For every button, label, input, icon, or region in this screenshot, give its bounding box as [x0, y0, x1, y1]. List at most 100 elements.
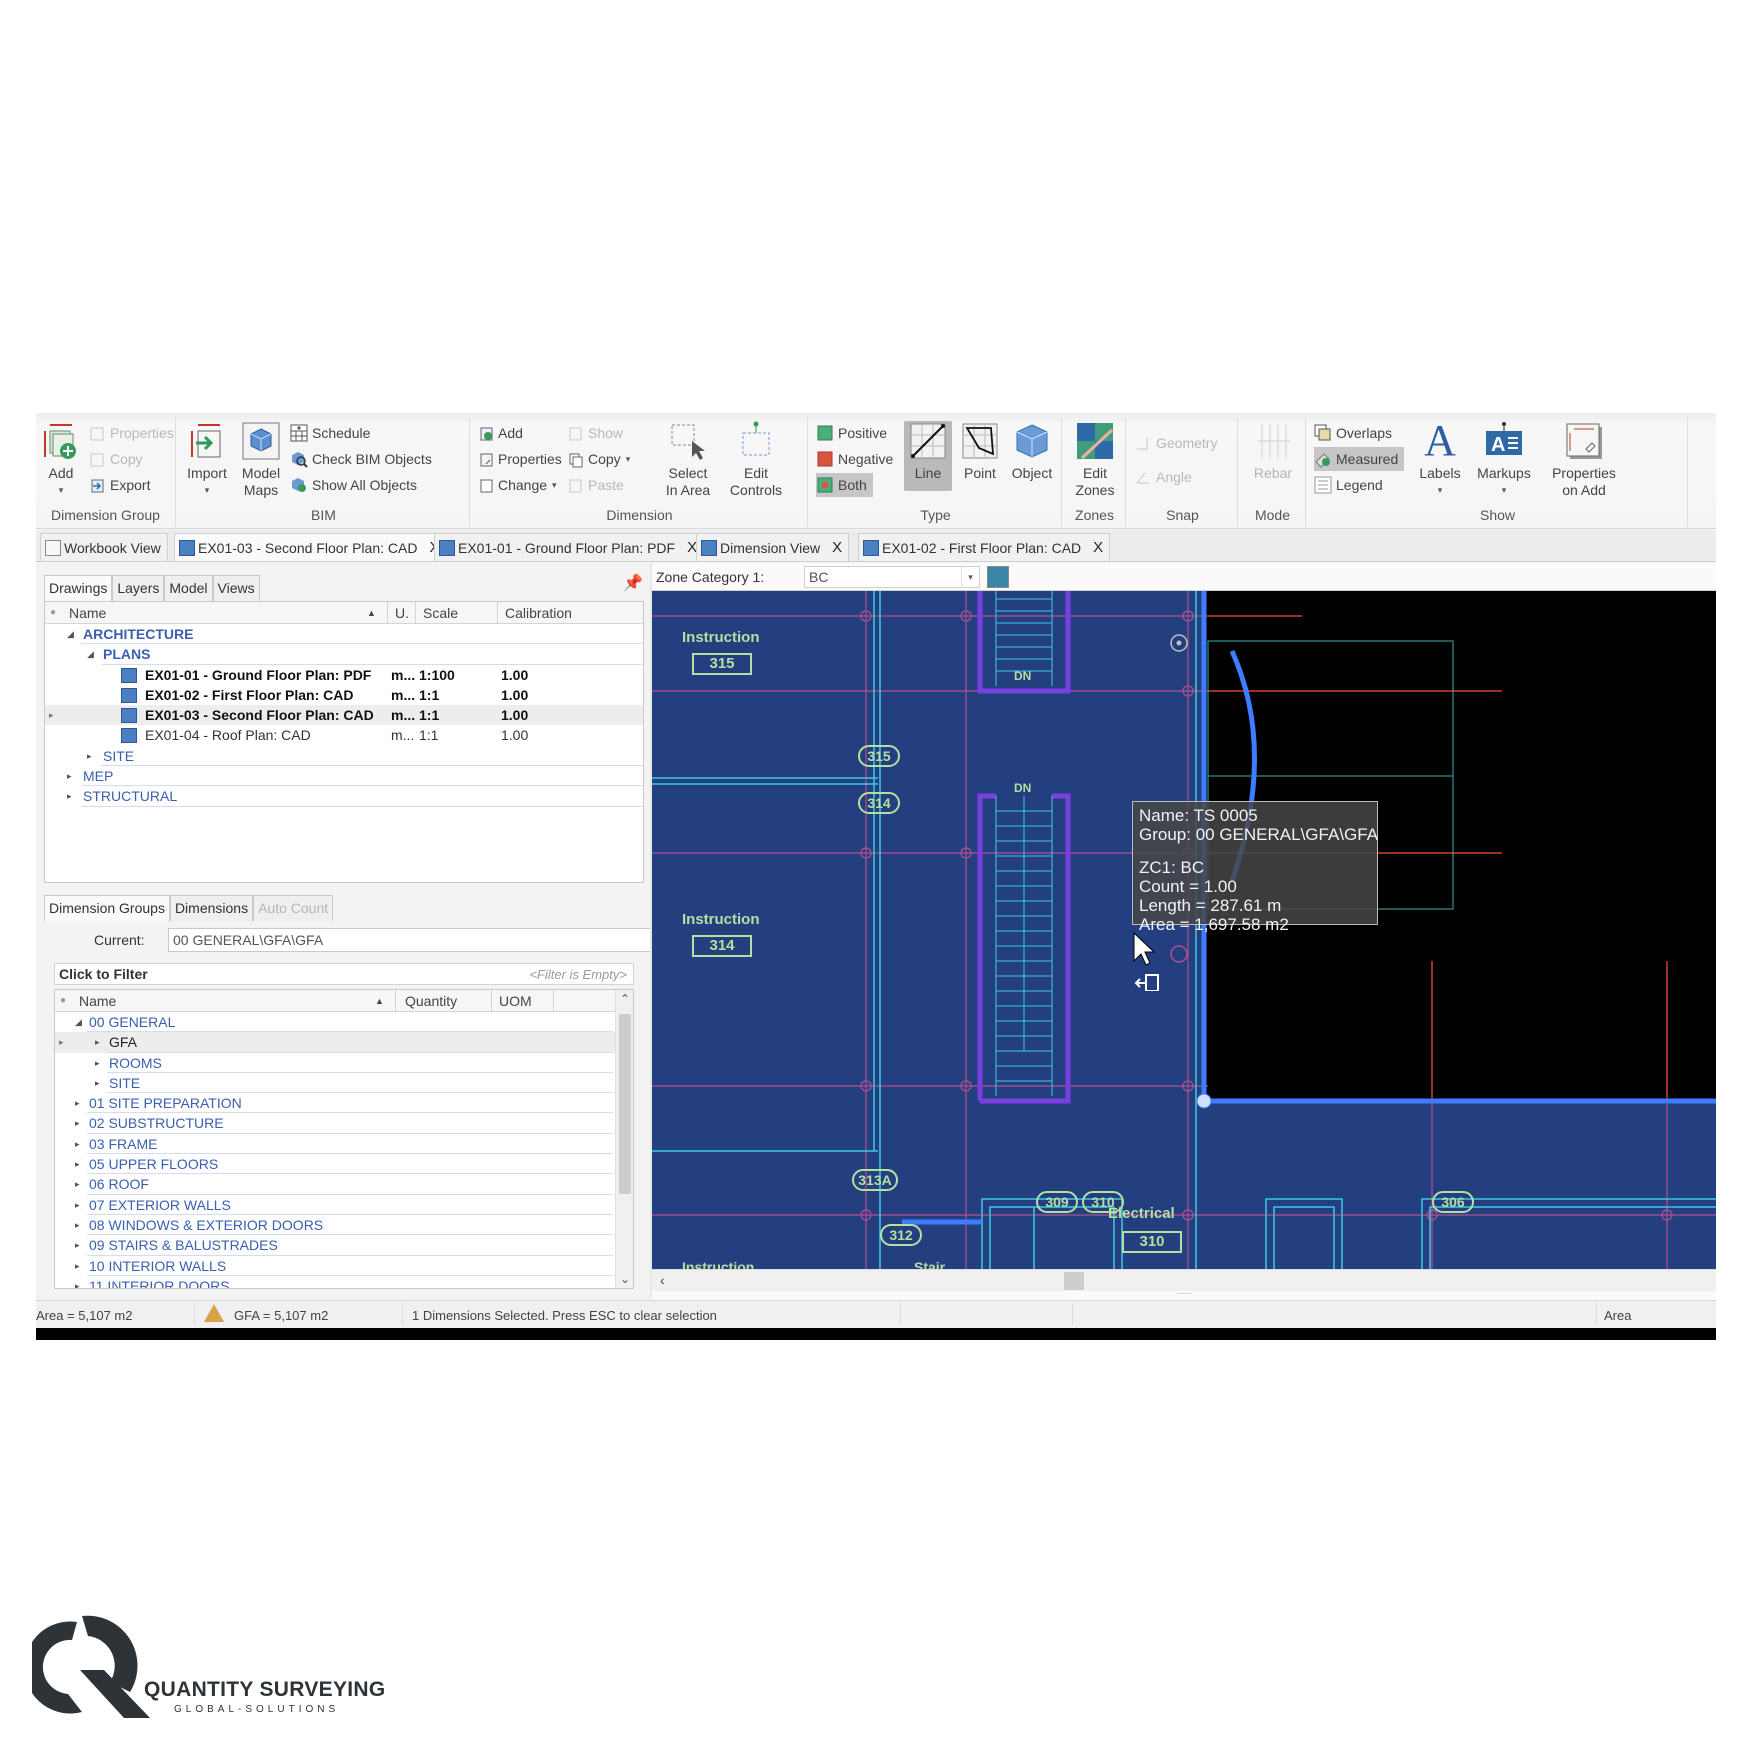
expand-toggle-icon[interactable]: ◢: [67, 629, 74, 640]
filter-bar[interactable]: Click to Filter <Filter is Empty>: [54, 963, 634, 985]
dimension-paste-button[interactable]: Paste: [566, 473, 624, 497]
drawing-row[interactable]: EX01-01 - Ground Floor Plan: PDF m... 1:10…: [45, 665, 643, 685]
expand-toggle-icon[interactable]: ▸: [95, 1058, 100, 1069]
dimension-properties-button[interactable]: Properties: [476, 447, 562, 471]
show-measured-button[interactable]: Measured: [1314, 447, 1405, 471]
mode-rebar-button[interactable]: Rebar: [1246, 421, 1300, 482]
drawing-row[interactable]: EX01-04 - Roof Plan: CAD m... 1:1 1.00: [45, 725, 643, 745]
expand-toggle-icon[interactable]: ▸: [87, 751, 92, 762]
dimension-show-button[interactable]: Show: [566, 421, 623, 445]
dimension-group-row[interactable]: ◢ 00 GENERAL: [55, 1012, 633, 1033]
tab-drawings[interactable]: Drawings: [44, 575, 113, 601]
expand-toggle-icon[interactable]: ▸: [95, 1037, 100, 1048]
dimension-group-row[interactable]: ▸ 05 UPPER FLOORS: [55, 1154, 633, 1175]
dimension-group-copy-button[interactable]: Copy: [88, 447, 143, 471]
tab-views[interactable]: Views: [212, 575, 260, 601]
expand-toggle-icon[interactable]: ▸: [75, 1159, 80, 1170]
dimension-group-row[interactable]: ▸ 06 ROOF: [55, 1174, 633, 1195]
zone-category-select[interactable]: BC ▾: [804, 566, 980, 588]
expand-toggle-icon[interactable]: ▸: [75, 1139, 80, 1150]
tree-group-row[interactable]: ▸ MEP: [45, 766, 643, 787]
type-both-button[interactable]: Both: [816, 473, 873, 497]
expand-toggle-icon[interactable]: ▸: [75, 1220, 80, 1231]
tab-ex01-02-first-floor[interactable]: EX01-02 - First Floor Plan: CAD X: [858, 533, 1111, 561]
chevron-down-icon[interactable]: ▾: [961, 567, 979, 587]
tab-workbook-view[interactable]: Workbook View: [40, 533, 168, 561]
close-tab-icon[interactable]: X: [1093, 539, 1103, 556]
scroll-up-icon[interactable]: ⌃: [616, 992, 633, 1006]
edit-zones-button[interactable]: Edit Zones: [1068, 421, 1122, 499]
column-header-scale[interactable]: Scale: [423, 605, 458, 621]
dimension-change-button[interactable]: Change ▾: [476, 473, 557, 497]
dimension-group-row[interactable]: ▸ ▸ GFA: [55, 1032, 633, 1053]
scroll-left-icon[interactable]: ‹: [660, 1272, 665, 1288]
dimension-group-row[interactable]: ▸ SITE: [55, 1073, 633, 1094]
drawing-row[interactable]: EX01-02 - First Floor Plan: CAD m... 1:1 1.…: [45, 685, 643, 705]
tab-dimensions[interactable]: Dimensions: [169, 895, 254, 921]
select-in-area-button[interactable]: Select In Area: [656, 421, 720, 499]
expand-toggle-icon[interactable]: ◢: [75, 1017, 82, 1028]
column-header-name[interactable]: Name: [69, 605, 106, 621]
tree-group-row[interactable]: ◢ ARCHITECTURE: [45, 624, 643, 645]
dimension-group-export-button[interactable]: Export: [88, 473, 150, 497]
bim-show-all-objects-button[interactable]: Show All Objects: [290, 473, 417, 497]
drawing-canvas[interactable]: Instruction 315 Instruction 314 Electric…: [652, 591, 1716, 1269]
tab-model[interactable]: Model: [164, 575, 213, 601]
expand-toggle-icon[interactable]: ▸: [75, 1240, 80, 1251]
bim-check-objects-button[interactable]: Check BIM Objects: [290, 447, 432, 471]
show-labels-button[interactable]: A Labels ▾: [1416, 419, 1464, 499]
dimension-group-row[interactable]: ▸ 08 WINDOWS & EXTERIOR DOORS: [55, 1215, 633, 1236]
show-legend-button[interactable]: Legend: [1314, 473, 1383, 497]
column-header-uom[interactable]: UOM: [499, 993, 532, 1009]
bim-schedule-button[interactable]: Schedule: [290, 421, 370, 445]
current-group-select[interactable]: 00 GENERAL\GFA\GFA ▾: [168, 928, 672, 952]
tab-dimension-view[interactable]: Dimension View X: [696, 533, 850, 561]
dimension-group-row[interactable]: ▸ 11 INTERIOR DOORS: [55, 1276, 633, 1288]
expand-toggle-icon[interactable]: ▸: [67, 771, 72, 782]
expand-toggle-icon[interactable]: ▸: [75, 1200, 80, 1211]
dimension-group-row[interactable]: ▸ ROOMS: [55, 1053, 633, 1073]
drawing-row[interactable]: ▸ EX01-03 - Second Floor Plan: CAD m... 1:1…: [45, 705, 643, 726]
column-header-units[interactable]: U.: [395, 605, 409, 621]
scrollbar-thumb[interactable]: [619, 1014, 631, 1194]
column-header-name[interactable]: Name: [79, 993, 116, 1009]
horizontal-scrollbar[interactable]: ‹: [652, 1269, 1716, 1291]
dimension-group-add-button[interactable]: Add ▾: [38, 421, 84, 499]
tree-group-row[interactable]: ▸ SITE: [45, 746, 643, 767]
show-markups-button[interactable]: A Markups ▾: [1472, 421, 1536, 499]
zone-filter-icon[interactable]: [987, 566, 1009, 588]
tree-group-row[interactable]: ▸ STRUCTURAL: [45, 786, 643, 807]
edit-controls-button[interactable]: Edit Controls: [724, 421, 788, 499]
type-negative-button[interactable]: Negative: [816, 447, 893, 471]
type-point-button[interactable]: Point: [956, 421, 1004, 482]
tab-auto-count[interactable]: Auto Count: [253, 895, 334, 921]
dimension-group-row[interactable]: ▸ 09 STAIRS & BALUSTRADES: [55, 1235, 633, 1256]
expand-toggle-icon[interactable]: ▸: [75, 1261, 80, 1272]
expand-toggle-icon[interactable]: ▸: [95, 1078, 100, 1089]
dimension-group-properties-button[interactable]: Properties: [88, 421, 174, 445]
dimension-group-row[interactable]: ▸ 02 SUBSTRUCTURE: [55, 1113, 633, 1134]
expand-toggle-icon[interactable]: ▸: [75, 1098, 80, 1109]
dimension-copy-button[interactable]: Copy ▾: [566, 447, 630, 471]
expand-toggle-icon[interactable]: ▸: [75, 1118, 80, 1129]
column-header-calibration[interactable]: Calibration: [505, 605, 572, 621]
pin-icon[interactable]: 📌: [622, 573, 644, 595]
tab-ex01-03-second-floor[interactable]: EX01-03 - Second Floor Plan: CAD X: [174, 533, 447, 561]
show-overlaps-button[interactable]: Overlaps: [1314, 421, 1392, 445]
scroll-down-icon[interactable]: ⌄: [616, 1272, 633, 1286]
expand-toggle-icon[interactable]: ▸: [75, 1281, 80, 1288]
type-line-button[interactable]: Line: [904, 421, 952, 491]
bim-model-maps-button[interactable]: Model Maps: [236, 421, 286, 499]
snap-geometry-button[interactable]: Geometry: [1134, 431, 1217, 455]
tab-layers[interactable]: Layers: [112, 575, 165, 601]
type-positive-button[interactable]: Positive: [816, 421, 887, 445]
type-object-button[interactable]: Object: [1006, 421, 1058, 482]
tab-dimension-groups[interactable]: Dimension Groups: [44, 895, 170, 921]
expand-toggle-icon[interactable]: ▸: [75, 1179, 80, 1190]
close-tab-icon[interactable]: X: [832, 539, 842, 556]
dimension-group-row[interactable]: ▸ 10 INTERIOR WALLS: [55, 1256, 633, 1276]
dimension-add-button[interactable]: Add: [476, 421, 523, 445]
properties-on-add-button[interactable]: Properties on Add: [1544, 421, 1624, 499]
scrollbar-thumb[interactable]: [1064, 1272, 1084, 1290]
column-header-quantity[interactable]: Quantity: [405, 993, 457, 1009]
